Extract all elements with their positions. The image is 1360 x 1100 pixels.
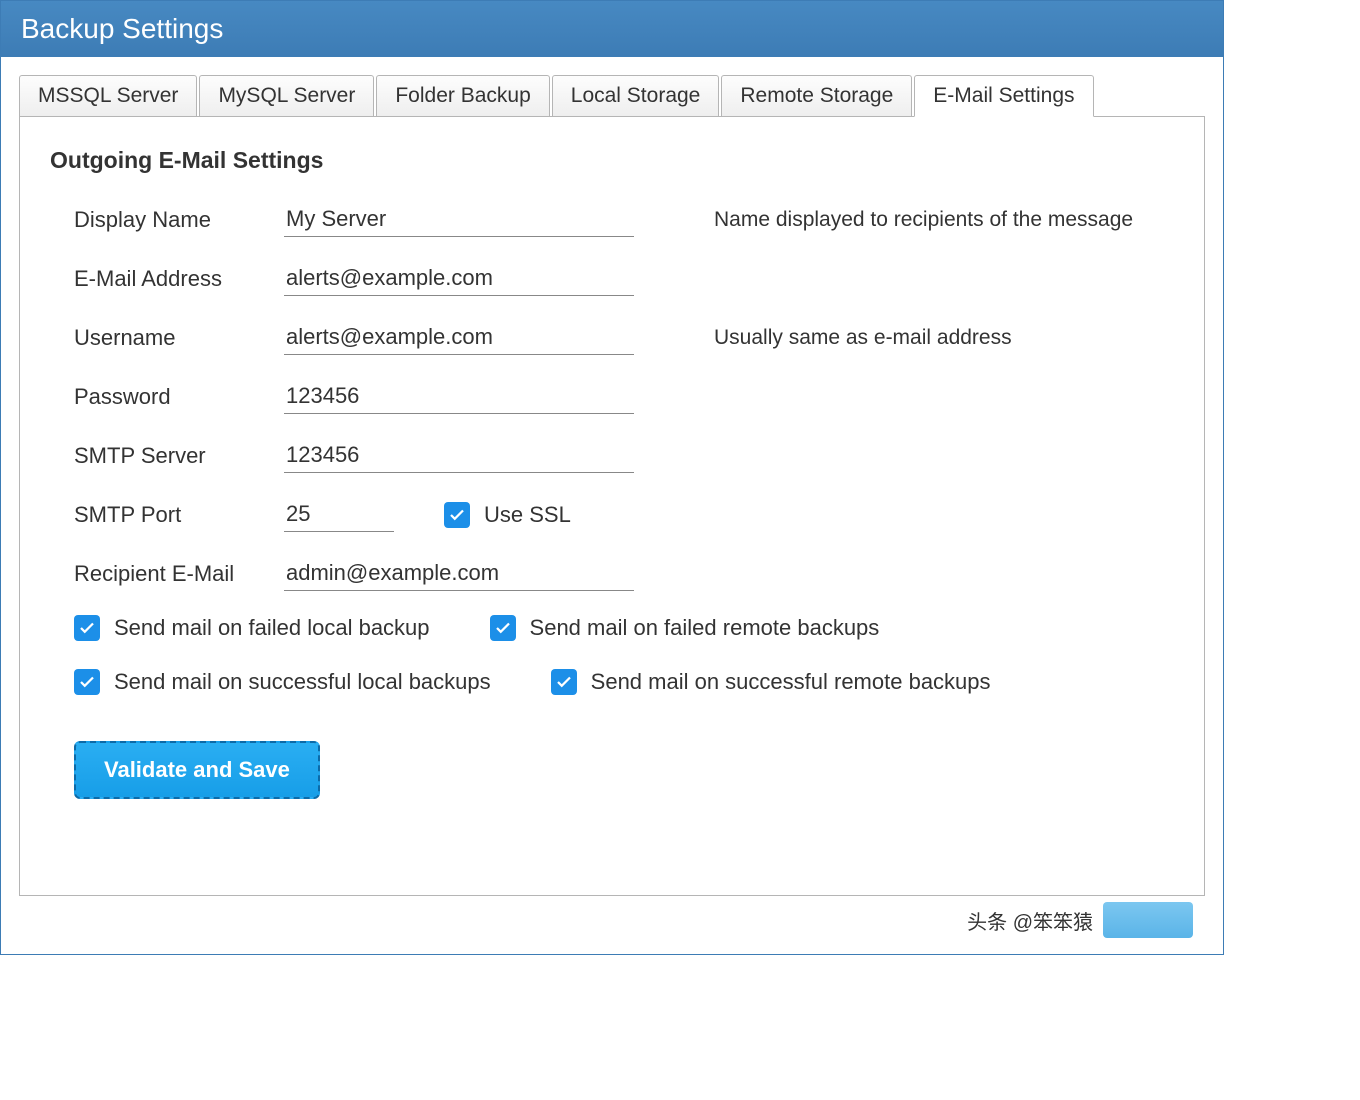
tab-remote-storage[interactable]: Remote Storage	[721, 75, 912, 117]
label-success-local: Send mail on successful local backups	[114, 669, 491, 695]
notification-options: Send mail on failed local backup Send ma…	[50, 615, 1174, 695]
input-display-name[interactable]	[284, 202, 634, 237]
label-use-ssl: Use SSL	[484, 502, 571, 528]
label-failed-local: Send mail on failed local backup	[114, 615, 430, 641]
row-password: Password	[50, 379, 1174, 414]
checkbox-success-local[interactable]	[74, 669, 100, 695]
tab-label: Local Storage	[571, 84, 701, 107]
row-smtp-server: SMTP Server	[50, 438, 1174, 473]
check-icon	[494, 619, 512, 637]
input-email[interactable]	[284, 261, 634, 296]
row-recipient: Recipient E-Mail	[50, 556, 1174, 591]
watermark-bar: 头条 @笨笨猿	[19, 896, 1205, 944]
notify-row-2: Send mail on successful local backups Se…	[74, 669, 1174, 695]
window-content: MSSQL Server MySQL Server Folder Backup …	[1, 57, 1223, 954]
tab-label: Remote Storage	[740, 84, 893, 107]
input-password[interactable]	[284, 379, 634, 414]
label-display-name: Display Name	[74, 207, 284, 233]
window-title: Backup Settings	[21, 13, 223, 44]
row-email: E-Mail Address	[50, 261, 1174, 296]
label-smtp-server: SMTP Server	[74, 443, 284, 469]
label-success-remote: Send mail on successful remote backups	[591, 669, 991, 695]
option-failed-remote: Send mail on failed remote backups	[490, 615, 880, 641]
checkbox-failed-local[interactable]	[74, 615, 100, 641]
backup-settings-window: Backup Settings MSSQL Server MySQL Serve…	[0, 0, 1224, 955]
label-smtp-port: SMTP Port	[74, 502, 284, 528]
checkbox-success-remote[interactable]	[551, 669, 577, 695]
tab-local-storage[interactable]: Local Storage	[552, 75, 720, 117]
hint-display-name: Name displayed to recipients of the mess…	[714, 208, 1174, 232]
tab-label: Folder Backup	[395, 84, 530, 107]
option-success-local: Send mail on successful local backups	[74, 669, 491, 695]
label-failed-remote: Send mail on failed remote backups	[530, 615, 880, 641]
label-recipient: Recipient E-Mail	[74, 561, 284, 587]
tab-label: E-Mail Settings	[933, 84, 1074, 107]
row-display-name: Display Name Name displayed to recipient…	[50, 202, 1174, 237]
ssl-option: Use SSL	[444, 502, 571, 528]
watermark-pill	[1103, 902, 1193, 938]
row-smtp-port: SMTP Port Use SSL	[50, 497, 1174, 532]
section-heading: Outgoing E-Mail Settings	[50, 147, 1174, 174]
hint-username: Usually same as e-mail address	[714, 326, 1174, 350]
check-icon	[448, 506, 466, 524]
window-titlebar: Backup Settings	[1, 1, 1223, 57]
save-button-label: Validate and Save	[104, 757, 290, 782]
tab-email-settings[interactable]: E-Mail Settings	[914, 75, 1093, 117]
tab-mysql-server[interactable]: MySQL Server	[199, 75, 374, 117]
input-smtp-server[interactable]	[284, 438, 634, 473]
checkbox-use-ssl[interactable]	[444, 502, 470, 528]
option-failed-local: Send mail on failed local backup	[74, 615, 430, 641]
input-username[interactable]	[284, 320, 634, 355]
tab-mssql-server[interactable]: MSSQL Server	[19, 75, 197, 117]
checkbox-failed-remote[interactable]	[490, 615, 516, 641]
input-recipient[interactable]	[284, 556, 634, 591]
notify-row-1: Send mail on failed local backup Send ma…	[74, 615, 1174, 641]
check-icon	[78, 619, 96, 637]
email-settings-panel: Outgoing E-Mail Settings Display Name Na…	[19, 116, 1205, 896]
validate-and-save-button[interactable]: Validate and Save	[74, 741, 320, 799]
label-username: Username	[74, 325, 284, 351]
tab-strip: MSSQL Server MySQL Server Folder Backup …	[19, 75, 1205, 117]
tab-label: MySQL Server	[218, 84, 355, 107]
row-username: Username Usually same as e-mail address	[50, 320, 1174, 355]
input-smtp-port[interactable]	[284, 497, 394, 532]
option-success-remote: Send mail on successful remote backups	[551, 669, 991, 695]
tab-label: MSSQL Server	[38, 84, 178, 107]
tab-folder-backup[interactable]: Folder Backup	[376, 75, 549, 117]
watermark-text: 头条 @笨笨猿	[967, 906, 1093, 935]
check-icon	[78, 673, 96, 691]
check-icon	[555, 673, 573, 691]
label-email: E-Mail Address	[74, 266, 284, 292]
label-password: Password	[74, 384, 284, 410]
